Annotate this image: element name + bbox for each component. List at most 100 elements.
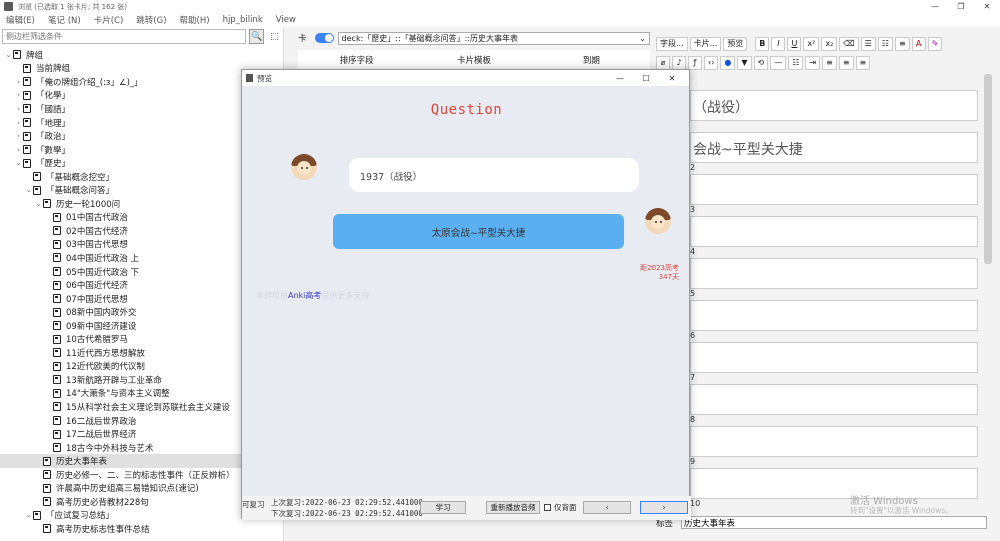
replay-audio-button[interactable]: 重新播放音频 — [486, 501, 540, 514]
editor-field-3[interactable] — [690, 174, 978, 205]
menu-item-0[interactable]: 编辑(E) — [6, 14, 35, 26]
indent-icon[interactable]: ⇥ — [805, 55, 821, 70]
prev-card-button[interactable]: ‹ — [583, 501, 631, 514]
editor-field-6[interactable] — [690, 300, 978, 331]
tree-item-label: 历史一轮1000问 — [56, 199, 121, 210]
preview-close-button[interactable]: ✕ — [659, 70, 685, 86]
align-left-icon[interactable]: ≡ — [822, 55, 837, 70]
editor-field-1[interactable]: （战役） — [690, 90, 978, 121]
italic-button[interactable]: I — [771, 36, 786, 51]
next-card-button[interactable]: › — [640, 501, 688, 514]
preview-title: 预览 — [257, 73, 272, 83]
chevron-down-icon[interactable]: ⌄ — [24, 186, 33, 194]
close-button[interactable]: ✕ — [974, 0, 1000, 13]
column-due[interactable]: 到期 — [533, 54, 650, 66]
cards-notes-toggle[interactable] — [314, 33, 334, 43]
tree-item-label: 12近代欧美的代议制 — [66, 362, 145, 373]
editor-field-10[interactable] — [690, 468, 978, 499]
divider-icon[interactable]: — — [770, 55, 787, 70]
chevron-down-icon[interactable]: ⌄ — [24, 511, 33, 519]
highlight-icon[interactable]: ✎ — [927, 36, 943, 51]
chevron-down-icon[interactable]: ⌄ — [14, 159, 23, 167]
editor-field-7[interactable] — [690, 342, 978, 373]
deck-icon — [23, 158, 31, 168]
study-button[interactable]: 学习 — [420, 501, 466, 514]
html-icon[interactable]: ‹› — [704, 55, 719, 70]
format-icon[interactable]: ⟲ — [753, 55, 769, 70]
tree-item-label: 历史必修一、二、三的标志性事件（正反辨析） — [56, 470, 235, 481]
subscript-button[interactable]: x₂ — [821, 36, 838, 51]
math-icon[interactable]: ƒ — [688, 55, 702, 70]
tree-item[interactable]: ⌄ 牌组 — [0, 48, 284, 62]
promo-link[interactable]: Anki高考 — [288, 291, 321, 300]
menu-item-5[interactable]: hjp_bilink — [223, 15, 263, 25]
chevron-right-icon[interactable]: › — [14, 91, 23, 99]
menu-item-2[interactable]: 卡片(C) — [94, 14, 124, 26]
tags-input[interactable] — [681, 516, 988, 529]
editor-scrollbar[interactable] — [984, 74, 992, 264]
promo-suffix: 提供更多支持 — [321, 291, 370, 300]
chevron-right-icon[interactable]: › — [14, 105, 23, 113]
tags-row: 标签 — [656, 516, 988, 529]
review-info: 上次复习:2022-06-23 02:29:52.441000 下次复习:202… — [271, 497, 423, 519]
preview-button[interactable]: 预览 — [723, 36, 748, 51]
back-only-checkbox[interactable]: 仅背面 — [544, 502, 577, 513]
tree-item-label: 02中国古代经济 — [66, 226, 128, 237]
chevron-down-icon[interactable]: ⌄ — [4, 51, 13, 59]
deck-search-input[interactable]: deck:「歷史」::「基础概念问答」::历史大事年表 ⌄ — [337, 31, 650, 45]
tree-item[interactable]: 高考历史标志性事件总结 — [0, 522, 284, 536]
editor-field-4[interactable] — [690, 216, 978, 247]
text-color-icon[interactable]: A — [911, 36, 926, 51]
field-label-8: 8 — [690, 415, 696, 424]
search-icon[interactable]: 🔍 — [249, 29, 265, 44]
maximize-button[interactable]: ❐ — [948, 0, 974, 13]
checkbox-box[interactable] — [544, 504, 551, 511]
column-card-template[interactable]: 卡片模板 — [415, 54, 532, 66]
table-icon[interactable]: ☷ — [788, 55, 804, 70]
menu-item-6[interactable]: View — [276, 15, 296, 25]
chevron-down-icon[interactable]: ⌄ — [34, 200, 43, 208]
column-sort-field[interactable]: 排序字段 — [298, 54, 415, 66]
menu-item-1[interactable]: 笔记 (N) — [48, 14, 81, 26]
preview-minimize-button[interactable]: — — [607, 70, 633, 86]
select-area-icon[interactable]: ⬚ — [267, 29, 282, 44]
underline-button[interactable]: U — [787, 36, 802, 51]
editor-field-2[interactable]: 会战~平型关大捷 — [690, 132, 978, 163]
color-blue-icon[interactable]: ● — [720, 55, 736, 70]
menu-item-4[interactable]: 帮助(H) — [180, 14, 210, 26]
tree-item-label: 当前牌组 — [36, 64, 71, 75]
tree-item-label: 历史大事年表 — [56, 457, 108, 468]
preview-app-icon — [246, 74, 253, 82]
tree-item-label: 「俺の牌组介绍_(:з」∠)_」 — [36, 77, 143, 88]
align-center-icon[interactable]: ≡ — [838, 55, 854, 70]
align-right-icon[interactable]: ≡ — [855, 55, 871, 70]
eraser-icon[interactable]: ⌫ — [839, 36, 859, 51]
reviewable-label: 可复习 — [242, 500, 265, 509]
chevron-right-icon[interactable]: › — [14, 132, 23, 140]
mode-label: 卡 — [298, 34, 307, 44]
chevron-right-icon[interactable]: › — [14, 146, 23, 154]
ordered-list-icon[interactable]: ☷ — [877, 36, 893, 51]
editor-field-9[interactable] — [690, 426, 978, 457]
preview-maximize-button[interactable]: ☐ — [633, 70, 659, 86]
mic-icon[interactable]: ♪ — [672, 55, 686, 70]
editor-field-5[interactable] — [690, 258, 978, 289]
minimize-button[interactable]: — — [922, 0, 948, 13]
unordered-list-icon[interactable]: ☰ — [860, 36, 876, 51]
tree-item-label: 18古今中外科技与艺术 — [66, 443, 154, 454]
tree-item-label: 「地理」 — [36, 118, 71, 129]
color-black-icon[interactable]: ▼ — [737, 55, 752, 70]
chevron-right-icon[interactable]: › — [14, 119, 23, 127]
app-icon — [4, 2, 13, 11]
editor-field-8[interactable] — [690, 384, 978, 415]
cards-button[interactable]: 卡片... — [689, 36, 722, 51]
chevron-right-icon[interactable]: › — [14, 78, 23, 86]
fields-button[interactable]: 字段... — [656, 36, 688, 51]
chevron-down-icon[interactable]: ⌄ — [639, 33, 646, 44]
sidebar-search-input[interactable] — [2, 29, 247, 44]
attach-icon[interactable]: ⌀ — [656, 55, 670, 70]
bold-button[interactable]: B — [755, 36, 770, 51]
superscript-button[interactable]: x² — [803, 36, 820, 51]
menu-item-3[interactable]: 跳转(G) — [136, 14, 166, 26]
align-icon[interactable]: ≡ — [894, 36, 910, 51]
